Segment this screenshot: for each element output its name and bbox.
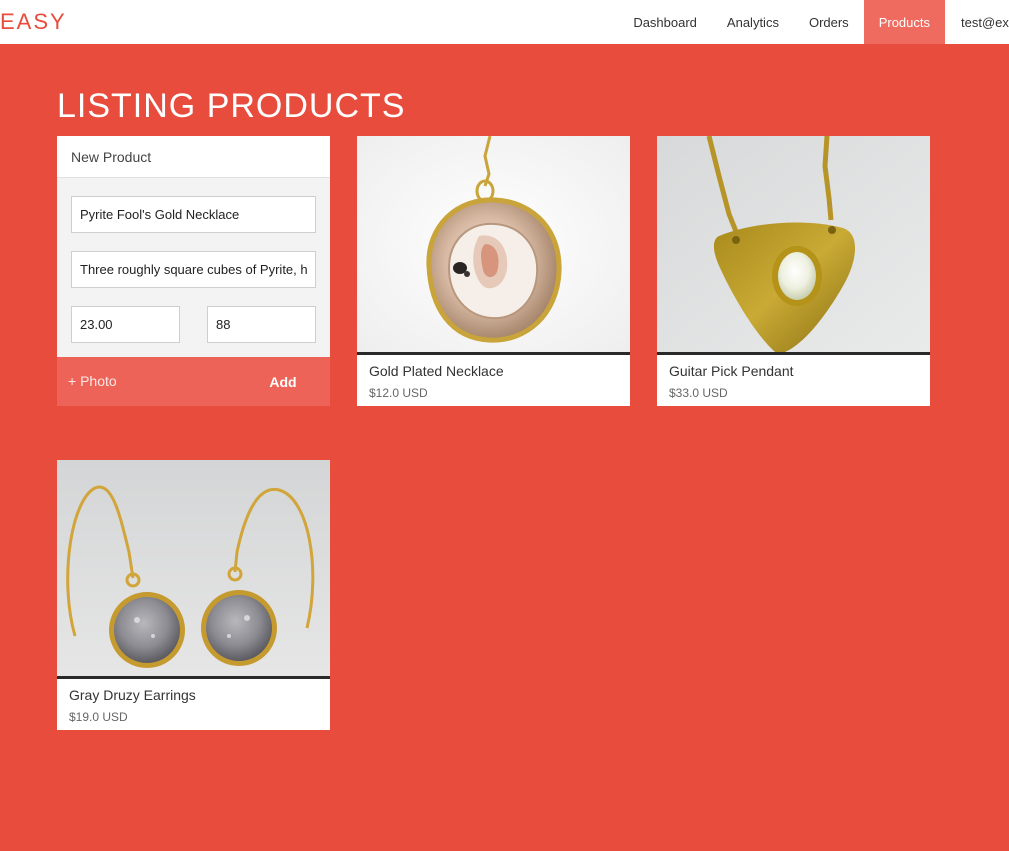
page-title: LISTING PRODUCTS: [57, 87, 406, 125]
top-navigation-bar: EASY Dashboard Analytics Orders Products…: [0, 0, 1009, 44]
add-photo-button[interactable]: + Photo: [68, 373, 117, 389]
product-card[interactable]: Gold Plated Necklace $12.0 USD: [357, 136, 630, 406]
product-name-input[interactable]: [71, 196, 316, 233]
main-nav: Dashboard Analytics Orders Products test…: [618, 0, 1009, 44]
nav-item-products[interactable]: Products: [863, 0, 945, 44]
druzy-earrings-photo: [57, 460, 330, 676]
add-product-button[interactable]: Add: [257, 357, 309, 406]
nav-item-analytics[interactable]: Analytics: [712, 0, 794, 44]
product-price: $33.0 USD: [669, 386, 728, 400]
product-description-input[interactable]: [71, 251, 316, 288]
nav-item-orders[interactable]: Orders: [794, 0, 864, 44]
card-divider: [657, 352, 930, 355]
product-card[interactable]: Gray Druzy Earrings $19.0 USD: [57, 460, 330, 730]
card-divider: [57, 676, 330, 679]
product-price-input[interactable]: [71, 306, 180, 343]
new-product-header: New Product: [57, 136, 330, 178]
nav-item-dashboard[interactable]: Dashboard: [618, 0, 712, 44]
product-name[interactable]: Gray Druzy Earrings: [69, 687, 196, 703]
nav-user-account[interactable]: test@ex: [945, 0, 1009, 44]
product-card[interactable]: Guitar Pick Pendant $33.0 USD: [657, 136, 930, 406]
product-quantity-input[interactable]: [207, 306, 316, 343]
card-divider: [357, 352, 630, 355]
product-name[interactable]: Guitar Pick Pendant: [669, 363, 794, 379]
product-price: $19.0 USD: [69, 710, 128, 724]
product-name[interactable]: Gold Plated Necklace: [369, 363, 504, 379]
brand-logo[interactable]: EASY: [0, 9, 67, 35]
geode-necklace-photo: [357, 136, 630, 352]
product-price: $12.0 USD: [369, 386, 428, 400]
new-product-footer: + Photo Add: [57, 357, 330, 406]
new-product-form: New Product + Photo Add: [57, 136, 330, 406]
guitar-pick-pendant-photo: [657, 136, 930, 352]
